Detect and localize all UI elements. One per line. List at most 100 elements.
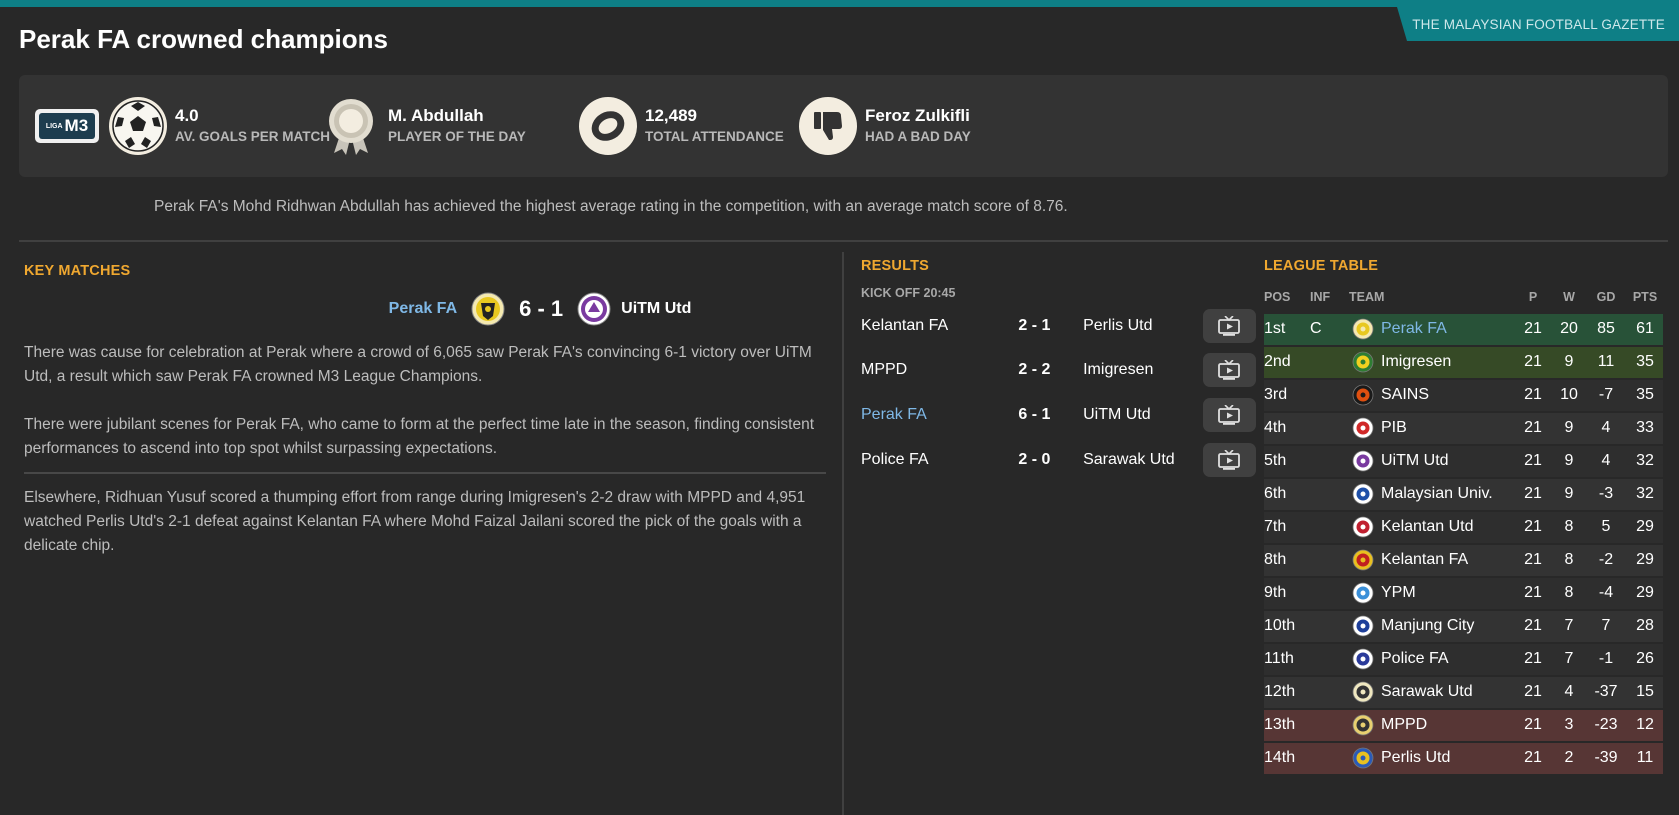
header-won[interactable]: W [1554, 290, 1584, 304]
bad-day-name[interactable]: Feroz Zulkifli [865, 106, 971, 126]
row-played: 21 [1524, 584, 1542, 601]
team-badge-icon[interactable] [1352, 582, 1374, 604]
attendance-stat: 12,489 TOTAL ATTENDANCE [579, 97, 784, 155]
header-played[interactable]: P [1518, 290, 1548, 304]
player-of-day-stat[interactable]: M. Abdullah PLAYER OF THE DAY [322, 97, 526, 155]
league-logo-big-text: M3 [64, 116, 89, 135]
row-won: 10 [1560, 386, 1578, 403]
team-badge-icon[interactable] [1352, 483, 1374, 505]
row-team-name[interactable]: PIB [1381, 419, 1407, 437]
league-table-row[interactable]: 13th MPPD 21 3 -23 12 [1264, 710, 1663, 741]
row-team-name[interactable]: Perak FA [1381, 320, 1447, 338]
row-points: 12 [1636, 716, 1654, 733]
row-played: 21 [1524, 353, 1542, 370]
team-badge-icon[interactable] [1352, 681, 1374, 703]
team-badge-icon[interactable] [1352, 384, 1374, 406]
attendance-value: 12,489 [645, 106, 697, 125]
result-home-team[interactable]: Kelantan FA [861, 317, 997, 335]
header-inf[interactable]: INF [1310, 290, 1330, 304]
key-matches-title: KEY MATCHES [24, 263, 131, 279]
result-score[interactable]: 2 - 1 [997, 317, 1072, 335]
result-away-team[interactable]: Sarawak Utd [1083, 451, 1202, 469]
team-badge-icon[interactable] [1352, 747, 1374, 769]
team-badge-icon[interactable] [1352, 615, 1374, 637]
league-table-row[interactable]: 1st C Perak FA 21 20 85 61 [1264, 314, 1663, 345]
row-team-name[interactable]: Kelantan FA [1381, 551, 1468, 569]
league-table-row[interactable]: 10th Manjung City 21 7 7 28 [1264, 611, 1663, 642]
result-away-team[interactable]: Perlis Utd [1083, 317, 1202, 335]
row-team-name[interactable]: MPPD [1381, 716, 1427, 734]
result-score[interactable]: 2 - 0 [997, 451, 1072, 469]
watch-highlights-button[interactable] [1202, 309, 1257, 343]
key-match-home-team[interactable]: Perak FA [389, 300, 457, 318]
perak-fa-badge-icon[interactable] [471, 292, 505, 326]
result-home-team[interactable]: Police FA [861, 451, 997, 469]
team-badge-icon[interactable] [1352, 549, 1374, 571]
watch-highlights-button[interactable] [1202, 443, 1257, 477]
result-score[interactable]: 6 - 1 [997, 406, 1072, 424]
row-won: 9 [1564, 353, 1574, 370]
team-badge-icon[interactable] [1352, 516, 1374, 538]
key-match-away-team[interactable]: UiTM Utd [621, 300, 691, 318]
row-team-name[interactable]: Sarawak Utd [1381, 683, 1473, 701]
tv-icon [1218, 405, 1241, 425]
team-badge-icon[interactable] [1352, 417, 1374, 439]
row-team-name[interactable]: Malaysian Univ. [1381, 485, 1493, 503]
result-row[interactable]: Police FA 2 - 0 Sarawak Utd [861, 440, 1261, 480]
league-table-row[interactable]: 11th Police FA 21 7 -1 26 [1264, 644, 1663, 675]
team-badge-icon[interactable] [1352, 351, 1374, 373]
result-row[interactable]: MPPD 2 - 2 Imigresen [861, 350, 1261, 390]
league-table-row[interactable]: 3rd SAINS 21 10 -7 35 [1264, 380, 1663, 411]
player-of-day-name[interactable]: M. Abdullah [388, 106, 526, 126]
result-row[interactable]: Kelantan FA 2 - 1 Perlis Utd [861, 306, 1261, 346]
row-position: 10th [1264, 617, 1296, 634]
league-logo[interactable]: LIGA M3 [35, 109, 99, 143]
row-team-name[interactable]: YPM [1381, 584, 1416, 602]
team-badge-icon[interactable] [1352, 318, 1374, 340]
team-badge-icon[interactable] [1352, 648, 1374, 670]
bad-day-stat[interactable]: Feroz Zulkifli HAD A BAD DAY [799, 97, 971, 155]
row-won: 8 [1564, 518, 1574, 535]
key-match-paragraph: There was cause for celebration at Perak… [24, 344, 812, 385]
league-table-row[interactable]: 7th Kelantan Utd 21 8 5 29 [1264, 512, 1663, 543]
key-match-scoreline[interactable]: Perak FA 6 - 1 UiTM Utd [240, 292, 840, 326]
header-pos[interactable]: POS [1264, 290, 1290, 304]
team-badge-icon[interactable] [1352, 714, 1374, 736]
league-table-row[interactable]: 14th Perlis Utd 21 2 -39 11 [1264, 743, 1663, 774]
header-team[interactable]: TEAM [1349, 290, 1384, 304]
league-table-row[interactable]: 6th Malaysian Univ. 21 9 -3 32 [1264, 479, 1663, 510]
key-match-score: 6 - 1 [519, 296, 564, 321]
row-position: 14th [1264, 749, 1296, 766]
row-team-name[interactable]: SAINS [1381, 386, 1429, 404]
result-home-team[interactable]: Perak FA [861, 406, 997, 424]
result-score[interactable]: 2 - 2 [997, 361, 1072, 379]
team-badge-icon[interactable] [1352, 450, 1374, 472]
row-team-name[interactable]: Police FA [1381, 650, 1449, 668]
key-match-paragraph: There were jubilant scenes for Perak FA,… [24, 416, 815, 457]
league-table-row[interactable]: 9th YPM 21 8 -4 29 [1264, 578, 1663, 609]
league-table-row[interactable]: 12th Sarawak Utd 21 4 -37 15 [1264, 677, 1663, 708]
row-points: 61 [1636, 320, 1654, 337]
header-points[interactable]: PTS [1630, 290, 1660, 304]
league-table-row[interactable]: 8th Kelantan FA 21 8 -2 29 [1264, 545, 1663, 576]
result-away-team[interactable]: Imigresen [1083, 361, 1202, 379]
row-team-name[interactable]: Perlis Utd [1381, 749, 1450, 767]
result-away-team[interactable]: UiTM Utd [1083, 406, 1202, 424]
row-team-name[interactable]: UiTM Utd [1381, 452, 1449, 470]
header-goal-difference[interactable]: GD [1587, 290, 1625, 304]
watch-highlights-button[interactable] [1202, 353, 1257, 387]
league-table-title: LEAGUE TABLE [1264, 258, 1379, 274]
row-goal-difference: -23 [1594, 716, 1618, 733]
league-table-row[interactable]: 5th UiTM Utd 21 9 4 32 [1264, 446, 1663, 477]
row-position: 9th [1264, 584, 1287, 601]
watch-highlights-button[interactable] [1202, 398, 1257, 432]
league-table-row[interactable]: 4th PIB 21 9 4 33 [1264, 413, 1663, 444]
league-table-row[interactable]: 2nd Imigresen 21 9 11 35 [1264, 347, 1663, 378]
result-home-team[interactable]: MPPD [861, 361, 997, 379]
result-row[interactable]: Perak FA 6 - 1 UiTM Utd [861, 395, 1261, 435]
row-points: 26 [1636, 650, 1654, 667]
uitm-utd-badge-icon[interactable] [577, 292, 611, 326]
row-team-name[interactable]: Kelantan Utd [1381, 518, 1474, 536]
row-team-name[interactable]: Manjung City [1381, 617, 1474, 635]
row-team-name[interactable]: Imigresen [1381, 353, 1451, 371]
